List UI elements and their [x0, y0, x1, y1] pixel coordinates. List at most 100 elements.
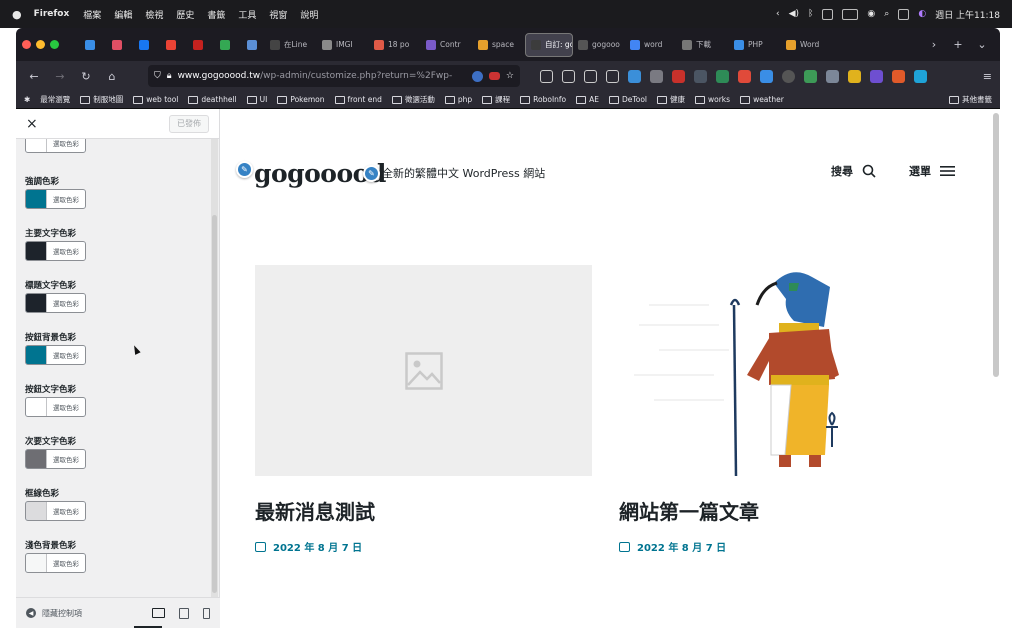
color-picker-button[interactable]: 選取色彩: [25, 241, 86, 261]
color-swatch[interactable]: [26, 190, 47, 208]
flag-icon[interactable]: [488, 72, 500, 80]
bluetooth-icon[interactable]: ᛒ: [808, 9, 813, 19]
tab[interactable]: [211, 33, 238, 57]
extension-pen-icon[interactable]: [650, 69, 663, 83]
bookmark-item[interactable]: 最常瀏覽: [40, 94, 70, 105]
tab[interactable]: IMGI: [317, 33, 369, 57]
tab[interactable]: gogooo: [573, 33, 625, 57]
tab[interactable]: 18 po: [369, 33, 421, 57]
other-bookmarks-folder[interactable]: 其他書籤: [949, 94, 992, 105]
tablet-preview-icon[interactable]: [179, 607, 189, 619]
select-color-label[interactable]: 選取色彩: [47, 398, 85, 416]
menu-bookmarks[interactable]: 書籤: [207, 8, 225, 21]
tab[interactable]: Contr: [421, 33, 473, 57]
chevron-left-icon[interactable]: ‹: [776, 9, 780, 19]
extension-blue-icon[interactable]: [760, 69, 773, 83]
list-all-tabs-icon[interactable]: ⌄: [970, 38, 994, 51]
menu-edit[interactable]: 編輯: [114, 8, 132, 21]
vue-devtools-icon[interactable]: [804, 69, 817, 83]
hide-controls-button[interactable]: ◀ 隱藏控制項: [26, 608, 82, 619]
bookmark-item[interactable]: 課程: [482, 94, 510, 105]
extension-screen-icon[interactable]: [694, 69, 707, 83]
publish-button[interactable]: 已發佈: [169, 114, 209, 133]
extension-s-icon[interactable]: [628, 69, 641, 83]
select-color-label[interactable]: 選取色彩: [47, 294, 85, 312]
close-window-button[interactable]: [22, 40, 31, 49]
tab[interactable]: [157, 33, 184, 57]
bookmark-item[interactable]: DeTool: [609, 95, 647, 104]
tab[interactable]: word: [625, 33, 677, 57]
lock-icon[interactable]: 🔒︎: [167, 71, 172, 81]
color-picker-button[interactable]: 選取色彩: [25, 139, 86, 153]
color-swatch[interactable]: [26, 502, 47, 520]
downloads-icon[interactable]: [562, 69, 575, 83]
bookmark-star-icon[interactable]: ☆: [506, 71, 514, 81]
menu-tools[interactable]: 工具: [238, 8, 256, 21]
menu-view[interactable]: 檢視: [145, 8, 163, 21]
menu-toggle[interactable]: 選單: [909, 163, 955, 179]
wordpress-icon[interactable]: [471, 70, 483, 82]
post-thumbnail-image[interactable]: [619, 265, 956, 477]
close-customizer-button[interactable]: ×: [26, 116, 38, 132]
bookmark-item[interactable]: RoboInfo: [520, 95, 566, 104]
tab[interactable]: [76, 33, 103, 57]
extension-green-icon[interactable]: [716, 69, 729, 83]
hamburger-menu-icon[interactable]: ≡: [983, 70, 992, 83]
menu-file[interactable]: 檔案: [83, 8, 101, 21]
select-color-label[interactable]: 選取色彩: [47, 190, 85, 208]
bookmark-item[interactable]: weather: [740, 95, 784, 104]
search-icon[interactable]: ⌕: [884, 9, 889, 19]
ublock-icon[interactable]: [672, 69, 685, 83]
menubar-clock[interactable]: 週日 上午11:18: [935, 8, 1000, 21]
bookmark-item[interactable]: 制服地圖: [80, 94, 123, 105]
desktop-preview-icon[interactable]: [152, 608, 165, 618]
menu-window[interactable]: 視窗: [269, 8, 287, 21]
bookmark-item[interactable]: deathhell: [188, 95, 237, 104]
input-us-icon[interactable]: [822, 8, 834, 20]
tab[interactable]: space: [473, 33, 525, 57]
edit-site-title-pencil-icon[interactable]: ✎: [236, 161, 253, 178]
panel-scrollbar[interactable]: [211, 139, 218, 597]
color-picker-button[interactable]: 選取色彩: [25, 449, 86, 469]
color-picker-button[interactable]: 選取色彩: [25, 553, 86, 573]
bookmark-item[interactable]: UI: [246, 95, 267, 104]
color-picker-button[interactable]: 選取色彩: [25, 345, 86, 365]
post-title[interactable]: 網站第一篇文章: [619, 496, 956, 525]
address-bar[interactable]: ⛉ 🔒︎ www.gogooood.tw/wp-admin/customize.…: [148, 65, 520, 87]
color-swatch[interactable]: [26, 294, 47, 312]
color-picker-button[interactable]: 選取色彩: [25, 501, 86, 521]
color-swatch[interactable]: [26, 398, 47, 416]
bookmark-item[interactable]: AE: [576, 95, 599, 104]
tab[interactable]: 在Line: [265, 33, 317, 57]
volume-icon[interactable]: ◀): [789, 9, 799, 19]
bookmark-item[interactable]: web tool: [133, 95, 178, 104]
color-picker-button[interactable]: 選取色彩: [25, 397, 86, 417]
forward-button[interactable]: →: [50, 70, 70, 83]
extension-grid-icon[interactable]: [914, 69, 927, 83]
select-color-label[interactable]: 選取色彩: [47, 242, 85, 260]
edit-tagline-pencil-icon[interactable]: ✎: [363, 165, 380, 182]
color-swatch[interactable]: [26, 139, 47, 152]
menu-history[interactable]: 歷史: [176, 8, 194, 21]
extension-grey-icon[interactable]: [826, 69, 839, 83]
tab[interactable]: 下載: [677, 33, 729, 57]
zoom-window-button[interactable]: [50, 40, 59, 49]
select-color-label[interactable]: 選取色彩: [47, 139, 85, 152]
minimize-window-button[interactable]: [36, 40, 45, 49]
tab[interactable]: [238, 33, 265, 57]
battery-icon[interactable]: [842, 8, 859, 20]
bookmark-item[interactable]: works: [695, 95, 730, 104]
color-swatch[interactable]: [26, 554, 47, 572]
mobile-preview-icon[interactable]: [203, 607, 210, 619]
shield-icon[interactable]: ⛉: [154, 71, 161, 81]
extension-orange-icon[interactable]: [892, 69, 905, 83]
color-picker-button[interactable]: 選取色彩: [25, 189, 86, 209]
home-button[interactable]: ⌂: [102, 70, 122, 83]
app-name[interactable]: Firefox: [34, 9, 70, 19]
search-toggle[interactable]: 搜尋: [831, 163, 876, 179]
reload-button[interactable]: ↻: [76, 70, 96, 83]
control-center-icon[interactable]: [898, 8, 910, 20]
select-color-label[interactable]: 選取色彩: [47, 346, 85, 364]
back-button[interactable]: ←: [24, 70, 44, 83]
bookmark-item[interactable]: php: [444, 95, 472, 104]
